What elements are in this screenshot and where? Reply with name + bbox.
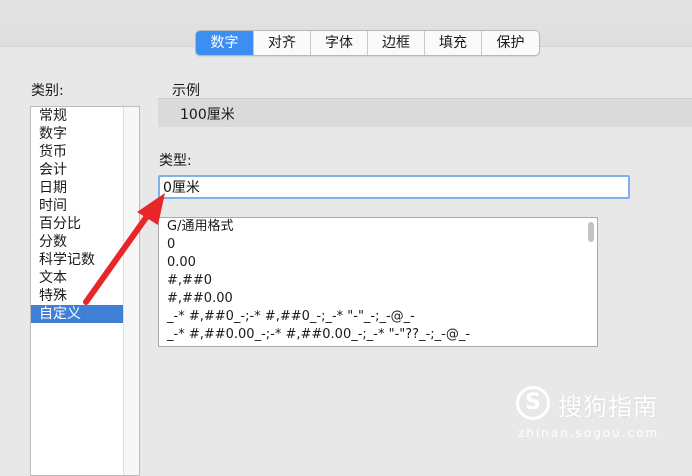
tab-protection[interactable]: 保护 xyxy=(482,31,539,55)
type-label: 类型: xyxy=(159,153,192,169)
tab-border[interactable]: 边框 xyxy=(368,31,425,55)
sample-label: 示例 xyxy=(172,83,200,99)
category-item-custom[interactable]: 自定义 xyxy=(31,305,126,323)
tab-fill[interactable]: 填充 xyxy=(425,31,482,55)
watermark-text: 搜狗指南 xyxy=(558,393,658,421)
format-item[interactable]: 0.00 xyxy=(159,254,597,272)
format-scrollbar[interactable] xyxy=(586,220,596,344)
category-scrollbar[interactable] xyxy=(123,107,139,475)
category-label: 类别: xyxy=(31,83,64,99)
format-tabs: 数字 对齐 字体 边框 填充 保护 xyxy=(195,30,540,56)
format-item[interactable]: 0 xyxy=(159,236,597,254)
format-item[interactable]: G/通用格式 xyxy=(159,218,597,236)
category-list[interactable]: 常规 数字 货币 会计 日期 时间 百分比 分数 科学记数 文本 特殊 自定义 xyxy=(30,106,140,476)
sogou-watermark: S 搜狗指南 zhinan.sogou.com xyxy=(512,382,677,452)
format-item[interactable]: #,##0 xyxy=(159,272,597,290)
watermark-url: zhinan.sogou.com xyxy=(518,426,660,440)
type-input[interactable] xyxy=(158,175,630,199)
tab-alignment[interactable]: 对齐 xyxy=(254,31,311,55)
format-item[interactable]: _-* #,##0_-;-* #,##0_-;_-* "-"_-;_-@_- xyxy=(159,308,597,326)
format-item[interactable]: #,##0.00 xyxy=(159,290,597,308)
tab-number[interactable]: 数字 xyxy=(196,31,254,55)
sample-value: 100厘米 xyxy=(180,107,235,123)
format-scrollbar-thumb[interactable] xyxy=(588,222,594,242)
format-code-list[interactable]: G/通用格式 0 0.00 #,##0 #,##0.00 _-* #,##0_-… xyxy=(158,217,598,347)
sogou-logo-icon: S xyxy=(516,386,550,420)
sample-preview: 100厘米 xyxy=(158,98,692,127)
tab-font[interactable]: 字体 xyxy=(311,31,368,55)
format-item[interactable]: _-* #,##0.00_-;-* #,##0.00_-;_-* "-"??_-… xyxy=(159,326,597,344)
